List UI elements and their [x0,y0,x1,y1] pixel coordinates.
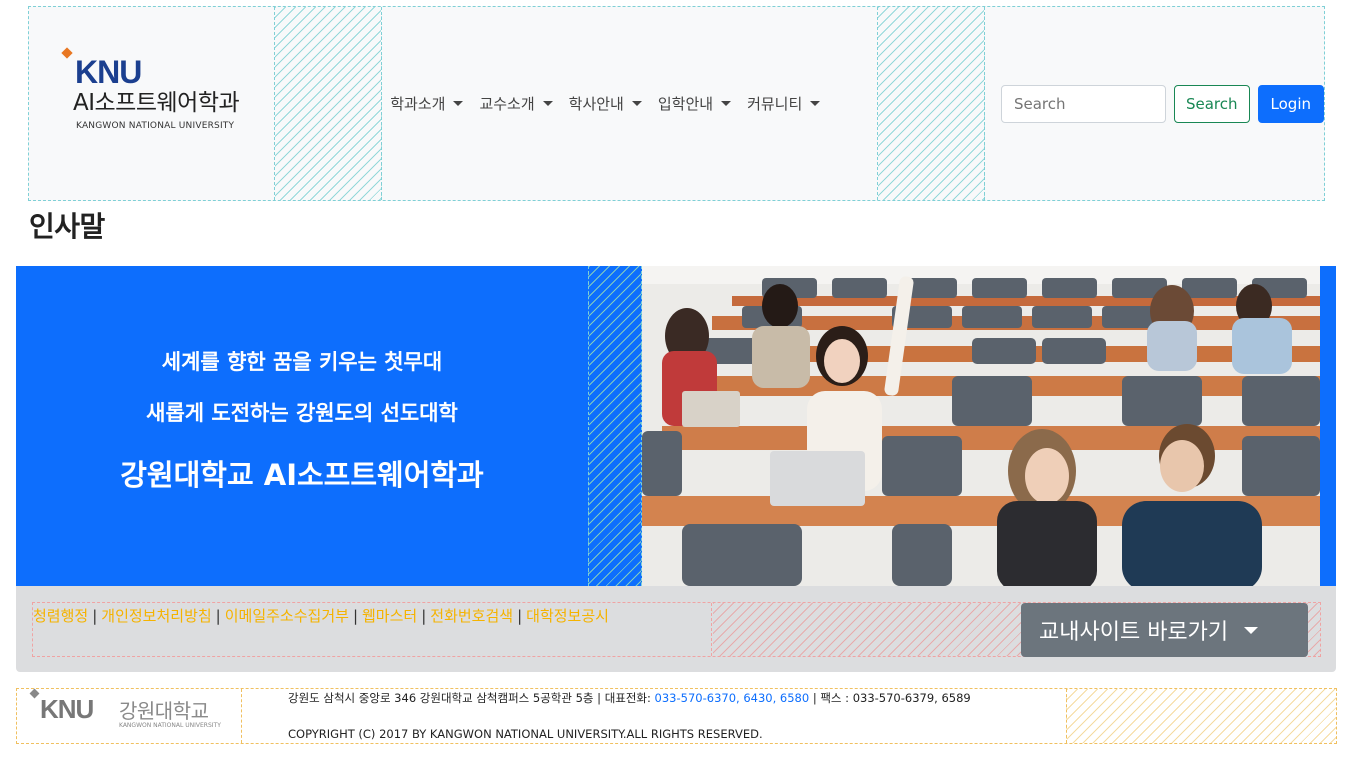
brand-logo[interactable]: KNU AI소프트웨어학과 KANGWON NATIONAL UNIVERSIT… [29,7,276,200]
search-form: Search Login [985,7,1324,200]
footer: KNU 강원대학교 KANGWON NATIONAL UNIVERSITY 강원… [16,688,1337,744]
link-webmaster[interactable]: 웹마스터 [362,607,417,625]
department-name: AI소프트웨어학과 [73,90,240,116]
search-button[interactable]: Search [1173,84,1250,123]
nav-spacer-right [878,7,985,200]
phone-numbers[interactable]: 033-570-6370, 6430, 6580 [655,691,810,705]
link-privacy-policy[interactable]: 개인정보처리방침 [101,607,211,625]
hero-photo [642,266,1320,586]
university-name: KANGWON NATIONAL UNIVERSITY [76,121,235,131]
hero-edge [1320,266,1336,586]
link-email-refusal[interactable]: 이메일주소수집거부 [225,607,349,625]
footer-logo-text: KNU [40,694,94,724]
footer-logo-mark-icon [29,688,40,699]
nav-item-label: 커뮤니티 [747,95,803,113]
navbar: KNU AI소프트웨어학과 KANGWON NATIONAL UNIVERSIT… [28,6,1325,201]
link-phone-search[interactable]: 전화번호검색 [430,607,513,625]
footer-address: 강원도 삼척시 중앙로 346 강원대학교 삼척캠퍼스 5공학관 5층 | 대표… [288,690,971,706]
campus-sites-label: 교내사이트 바로가기 [1039,620,1229,645]
nav-item-label: 교수소개 [479,95,535,113]
footer-logo-english: KANGWON NATIONAL UNIVERSITY [119,722,221,729]
quick-links-bar: 청렴행정 | 개인정보처리방침 | 이메일주소수집거부 | 웹마스터 | 전화번호검색 | 대학정보… [16,586,1336,672]
caret-down-icon [810,101,821,106]
caret-down-icon [453,101,464,106]
link-integrity[interactable]: 청렴행정 [33,607,88,625]
logo-mark-icon [61,47,73,59]
hero-banner: 세계를 향한 꿈을 키우는 첫무대 새롭게 도전하는 강원도의 선도대학 강원대… [16,266,1336,586]
caret-down-icon [542,101,553,106]
hero-line-3: 강원대학교 AI소프트웨어학과 [120,458,484,492]
link-info-disclosure[interactable]: 대학정보공시 [526,607,609,625]
fax-text: | 팩스 : 033-570-6379, 6589 [809,691,971,705]
address-text: 강원도 삼척시 중앙로 346 강원대학교 삼척캠퍼스 5공학관 5층 | 대표… [288,691,655,705]
caret-down-icon [631,101,642,106]
nav-item-faculty[interactable]: 교수소개 [479,93,553,114]
copyright: COPYRIGHT (C) 2017 BY KANGWON NATIONAL U… [288,727,763,741]
footer-info: 강원도 삼척시 중앙로 346 강원대학교 삼척캠퍼스 5공학관 5층 | 대표… [243,689,1066,743]
footer-logo[interactable]: KNU 강원대학교 KANGWON NATIONAL UNIVERSITY [17,688,242,743]
hero-line-1: 세계를 향한 꿈을 키우는 첫무대 [161,350,443,374]
logo-text: KNU [75,54,142,90]
search-input[interactable] [1000,84,1166,123]
lecture-hall-photo [642,266,1320,586]
page-title: 인사말 [29,210,105,243]
link-separator: | [421,607,427,625]
link-separator: | [352,607,358,625]
nav-spacer-left [275,7,383,200]
campus-sites-dropdown[interactable]: 교내사이트 바로가기 [1021,603,1308,657]
nav-item-label: 학사안내 [568,95,624,113]
hero-line-2: 새롭게 도전하는 강원도의 선도대학 [146,401,458,425]
quick-links-container: 청렴행정 | 개인정보처리방침 | 이메일주소수집거부 | 웹마스터 | 전화번호검색 | 대학정보… [32,602,1321,657]
caret-down-icon [1244,626,1259,634]
link-separator: | [215,607,221,625]
main-menu: 학과소개 교수소개 학사안내 입학안내 커뮤니티 [382,7,879,200]
nav-item-community[interactable]: 커뮤니티 [747,93,821,114]
nav-item-academics[interactable]: 학사안내 [569,93,642,114]
footer-logo-korean: 강원대학교 [119,699,209,723]
policy-links: 청렴행정 | 개인정보처리방침 | 이메일주소수집거부 | 웹마스터 | 전화번호검색 | 대학정보… [33,603,712,656]
nav-item-label: 입학안내 [657,95,714,113]
hero-spacer [588,266,642,586]
link-separator: | [517,607,523,625]
caret-down-icon [721,101,732,106]
nav-item-department-intro[interactable]: 학과소개 [390,93,464,114]
footer-spacer [1066,689,1336,743]
nav-item-label: 학과소개 [390,95,446,113]
login-button[interactable]: Login [1257,84,1324,123]
link-separator: | [92,607,98,625]
nav-item-admissions[interactable]: 입학안내 [657,93,732,114]
hero-text-block: 세계를 향한 꿈을 키우는 첫무대 새롭게 도전하는 강원도의 선도대학 강원대… [16,266,588,586]
